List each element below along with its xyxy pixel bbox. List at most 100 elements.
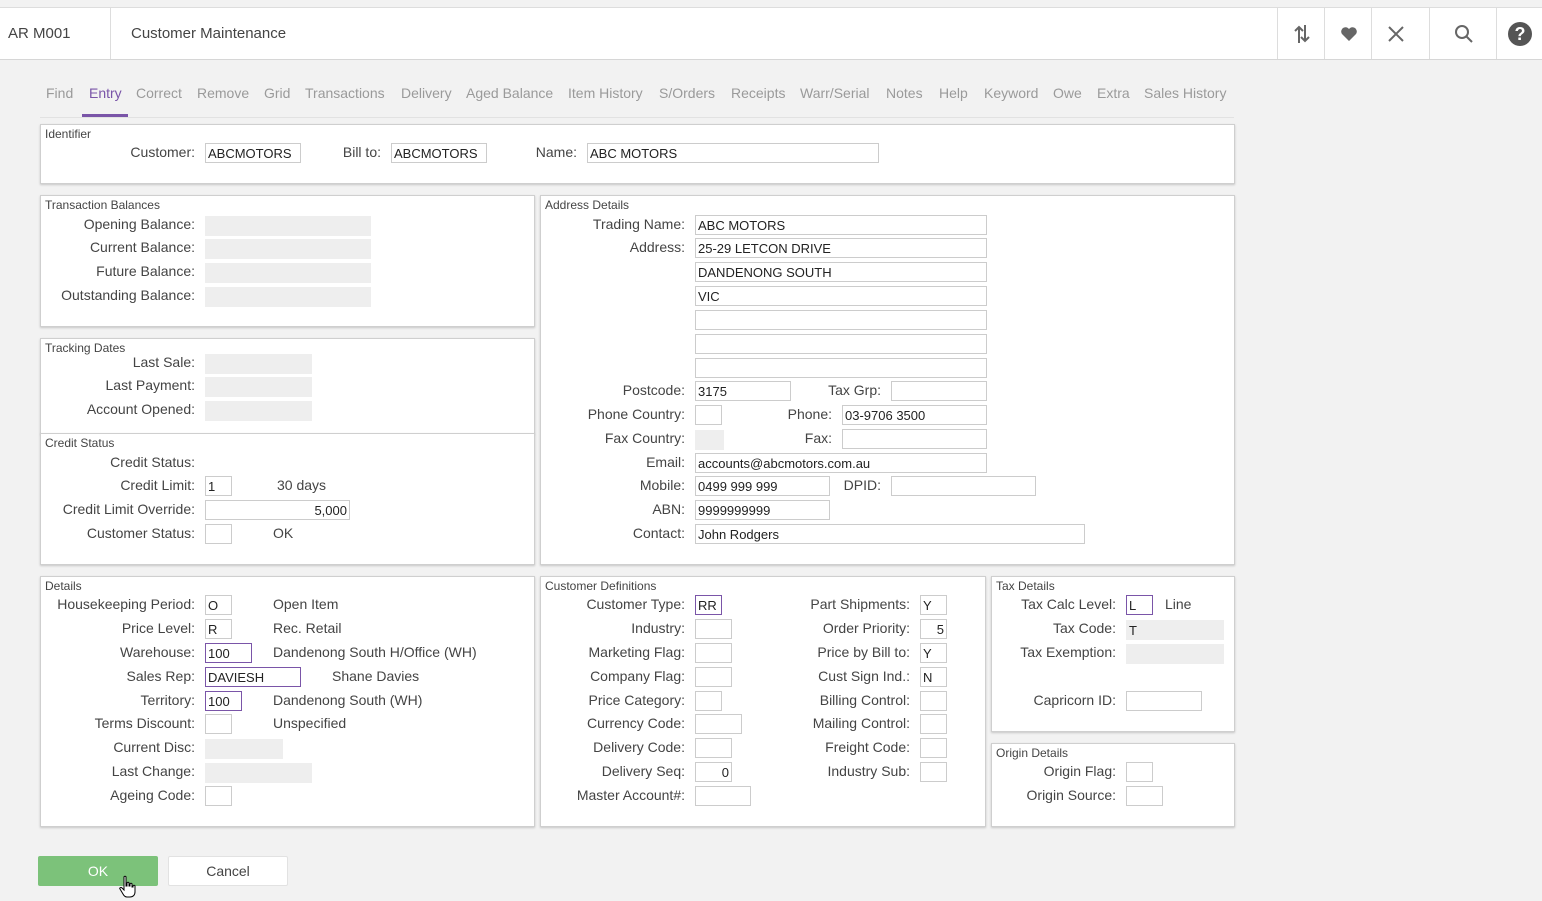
company-flag-input[interactable] [695, 667, 732, 687]
help-icon[interactable]: ? [1496, 8, 1542, 59]
phone-country-input[interactable] [695, 405, 722, 425]
mobile-input[interactable]: 0499 999 999 [695, 476, 830, 496]
tab-warr-serial[interactable]: Warr/Serial [800, 84, 870, 102]
tax-grp-input[interactable] [891, 381, 987, 401]
search-icon[interactable] [1429, 8, 1497, 59]
warehouse-input[interactable]: 100 [205, 643, 252, 663]
customer-status-input[interactable] [205, 524, 232, 544]
origin-source-label: Origin Source: [1026, 787, 1116, 803]
delivery-code-input[interactable] [695, 738, 732, 758]
address-line4-input[interactable] [695, 310, 987, 330]
tab-transactions[interactable]: Transactions [305, 84, 385, 102]
contact-label: Contact: [632, 525, 685, 541]
phone-input[interactable]: 03-9706 3500 [842, 405, 987, 425]
industry-input[interactable] [695, 619, 732, 639]
territory-input[interactable]: 100 [205, 691, 242, 711]
fax-input[interactable] [842, 429, 987, 449]
terms-discount-input[interactable] [205, 714, 232, 734]
tab-extra[interactable]: Extra [1097, 84, 1130, 102]
dpid-input[interactable] [891, 476, 1036, 496]
contact-input[interactable]: John Rodgers [695, 524, 1085, 544]
tab-receipts[interactable]: Receipts [731, 84, 785, 102]
address-line2-input[interactable]: DANDENONG SOUTH [695, 262, 987, 282]
tab-find[interactable]: Find [46, 84, 73, 102]
tab-delivery[interactable]: Delivery [401, 84, 452, 102]
panel-title: Identifier [45, 127, 92, 141]
phone-label: Phone: [787, 406, 832, 422]
last-payment-field [205, 377, 312, 397]
tab-remove[interactable]: Remove [197, 84, 249, 102]
sales-rep-label: Sales Rep: [126, 668, 195, 684]
customer-type-input[interactable]: RR [695, 595, 722, 615]
customer-input[interactable]: ABCMOTORS [205, 143, 301, 163]
customer-label: Customer: [130, 144, 195, 160]
abn-input[interactable]: 9999999999 [695, 500, 830, 520]
trading-name-input[interactable]: ABC MOTORS [695, 215, 987, 235]
cancel-button[interactable]: Cancel [168, 856, 288, 886]
ageing-code-label: Ageing Code: [110, 787, 195, 803]
marketing-flag-input[interactable] [695, 643, 732, 663]
tab-help[interactable]: Help [939, 84, 968, 102]
ageing-code-input[interactable] [205, 786, 232, 806]
mailing-control-input[interactable] [920, 714, 947, 734]
fax-country-label: Fax Country: [604, 430, 685, 446]
address-line5-input[interactable] [695, 334, 987, 354]
last-sale-field [205, 354, 312, 374]
tab-entry[interactable]: Entry [89, 84, 122, 102]
origin-flag-input[interactable] [1126, 762, 1153, 782]
panel-title: Transaction Balances [45, 198, 160, 212]
panel-title: Customer Definitions [545, 579, 657, 593]
price-category-label: Price Category: [588, 692, 685, 708]
tab-keyword[interactable]: Keyword [984, 84, 1038, 102]
name-input[interactable]: ABC MOTORS [587, 143, 879, 163]
capricorn-id-label: Capricorn ID: [1033, 692, 1116, 708]
price-level-input[interactable]: R [205, 619, 232, 639]
address-line3-input[interactable]: VIC [695, 286, 987, 306]
heart-icon[interactable] [1324, 8, 1372, 59]
part-shipments-input[interactable]: Y [920, 595, 947, 615]
price-category-input[interactable] [695, 691, 722, 711]
postcode-input[interactable]: 3175 [695, 381, 791, 401]
order-priority-input[interactable]: 5 [920, 619, 947, 639]
credit-limit-input[interactable]: 1 [205, 476, 232, 496]
address-line1-input[interactable]: 25-29 LETCON DRIVE [695, 238, 987, 258]
tab-correct[interactable]: Correct [136, 84, 182, 102]
ok-button[interactable]: OK [38, 856, 158, 886]
industry-sub-input[interactable] [920, 762, 947, 782]
origin-source-input[interactable] [1126, 786, 1163, 806]
credit-status-label: Credit Status: [110, 454, 195, 470]
tab-sales-orders[interactable]: S/Orders [659, 84, 715, 102]
opening-balance-field [205, 216, 371, 236]
email-input[interactable]: accounts@abcmotors.com.au [695, 453, 987, 473]
industry-sub-label: Industry Sub: [827, 763, 911, 779]
freight-code-input[interactable] [920, 738, 947, 758]
tab-item-history[interactable]: Item History [568, 84, 643, 102]
freight-code-label: Freight Code: [825, 739, 910, 755]
top-bar: AR M001 Customer Maintenance ? [0, 7, 1542, 60]
housekeeping-period-input[interactable]: O [205, 595, 232, 615]
tab-sales-history[interactable]: Sales History [1144, 84, 1226, 102]
close-icon[interactable] [1371, 8, 1419, 59]
email-label: Email: [646, 454, 685, 470]
last-change-label: Last Change: [111, 763, 195, 779]
tab-notes[interactable]: Notes [886, 84, 923, 102]
credit-limit-override-input[interactable]: 5,000 [205, 500, 350, 520]
sales-rep-input[interactable]: DAVIESH [205, 667, 301, 687]
panel-title: Credit Status [45, 436, 115, 450]
capricorn-id-input[interactable] [1126, 691, 1202, 711]
delivery-seq-input[interactable]: 0 [695, 762, 732, 782]
tab-owe[interactable]: Owe [1053, 84, 1082, 102]
master-account-input[interactable] [695, 786, 751, 806]
panel-title: Address Details [545, 198, 630, 212]
cust-sign-ind-input[interactable]: N [920, 667, 947, 687]
swap-icon[interactable] [1277, 8, 1325, 59]
tax-calc-level-input[interactable]: L [1126, 595, 1153, 615]
address-line6-input[interactable] [695, 358, 987, 378]
price-by-bill-to-input[interactable]: Y [920, 643, 947, 663]
outstanding-balance-field [205, 287, 371, 307]
billing-control-input[interactable] [920, 691, 947, 711]
currency-code-input[interactable] [695, 714, 742, 734]
tab-aged-balance[interactable]: Aged Balance [466, 84, 553, 102]
tab-grid[interactable]: Grid [264, 84, 290, 102]
billto-input[interactable]: ABCMOTORS [391, 143, 487, 163]
